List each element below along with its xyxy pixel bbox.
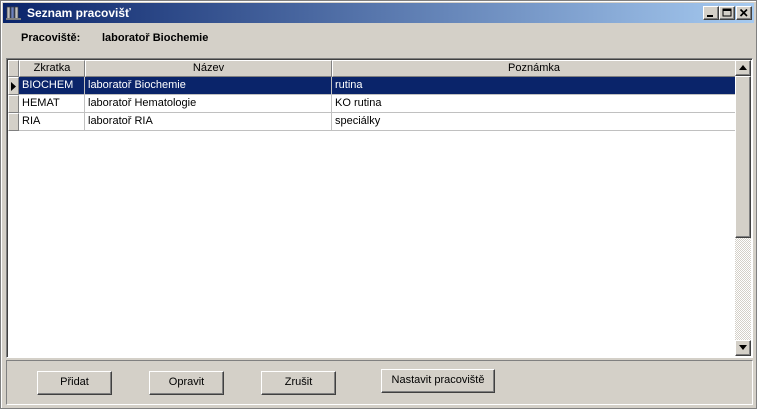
minimize-button[interactable]: [703, 6, 719, 20]
title-bar[interactable]: Seznam pracovišť: [3, 3, 754, 23]
row-indicator: [8, 113, 19, 131]
cell-zkratka[interactable]: BIOCHEM: [19, 77, 85, 95]
maximize-icon: [722, 8, 732, 17]
close-icon: [739, 8, 748, 17]
cell-nazev[interactable]: laboratoř RIA: [85, 113, 332, 131]
maximize-button[interactable]: [719, 6, 735, 20]
workplace-value: laboratoř Biochemie: [102, 32, 209, 44]
workplace-label: Pracoviště:: [21, 32, 81, 44]
arrow-up-icon: [739, 65, 747, 70]
table-row[interactable]: HEMAT laboratoř Hematologie KO rutina: [8, 95, 737, 113]
cancel-button[interactable]: Zrušit: [261, 371, 336, 395]
cell-poznamka[interactable]: rutina: [332, 77, 736, 95]
arrow-down-icon: [739, 345, 747, 350]
cell-zkratka[interactable]: RIA: [19, 113, 85, 131]
table-row[interactable]: BIOCHEM laboratoř Biochemie rutina: [8, 77, 737, 95]
header-indicator-cell: [8, 60, 19, 77]
workplace-grid[interactable]: Zkratka Název Poznámka BIOCHEM laboratoř…: [6, 58, 753, 358]
app-window: Seznam pracovišť Pracoviště: laboratoř B…: [0, 0, 757, 409]
grid-header: Zkratka Název Poznámka: [8, 60, 737, 77]
scroll-up-button[interactable]: [735, 60, 751, 76]
set-workplace-button[interactable]: Nastavit pracoviště: [381, 369, 495, 393]
scrollbar-thumb[interactable]: [735, 76, 751, 238]
edit-button[interactable]: Opravit: [149, 371, 224, 395]
cell-zkratka[interactable]: HEMAT: [19, 95, 85, 113]
column-header-poznamka[interactable]: Poznámka: [332, 60, 736, 77]
column-header-nazev[interactable]: Název: [85, 60, 332, 77]
column-header-zkratka[interactable]: Zkratka: [19, 60, 85, 77]
scroll-down-button[interactable]: [735, 340, 751, 356]
row-indicator: [8, 95, 19, 113]
app-icon: [6, 6, 21, 20]
cell-nazev[interactable]: laboratoř Hematologie: [85, 95, 332, 113]
current-row-arrow-icon: [11, 82, 16, 91]
close-button[interactable]: [736, 6, 752, 20]
minimize-icon: [707, 15, 713, 17]
cell-poznamka[interactable]: KO rutina: [332, 95, 736, 113]
table-row[interactable]: RIA laboratoř RIA speciálky: [8, 113, 737, 131]
vertical-scrollbar[interactable]: [735, 60, 751, 356]
cell-nazev[interactable]: laboratoř Biochemie: [85, 77, 332, 95]
window-title: Seznam pracovišť: [27, 6, 131, 20]
add-button[interactable]: Přidat: [37, 371, 112, 395]
row-indicator: [8, 77, 19, 95]
cell-poznamka[interactable]: speciálky: [332, 113, 736, 131]
button-panel: Přidat Opravit Zrušit Nastavit pracovišt…: [6, 360, 753, 405]
